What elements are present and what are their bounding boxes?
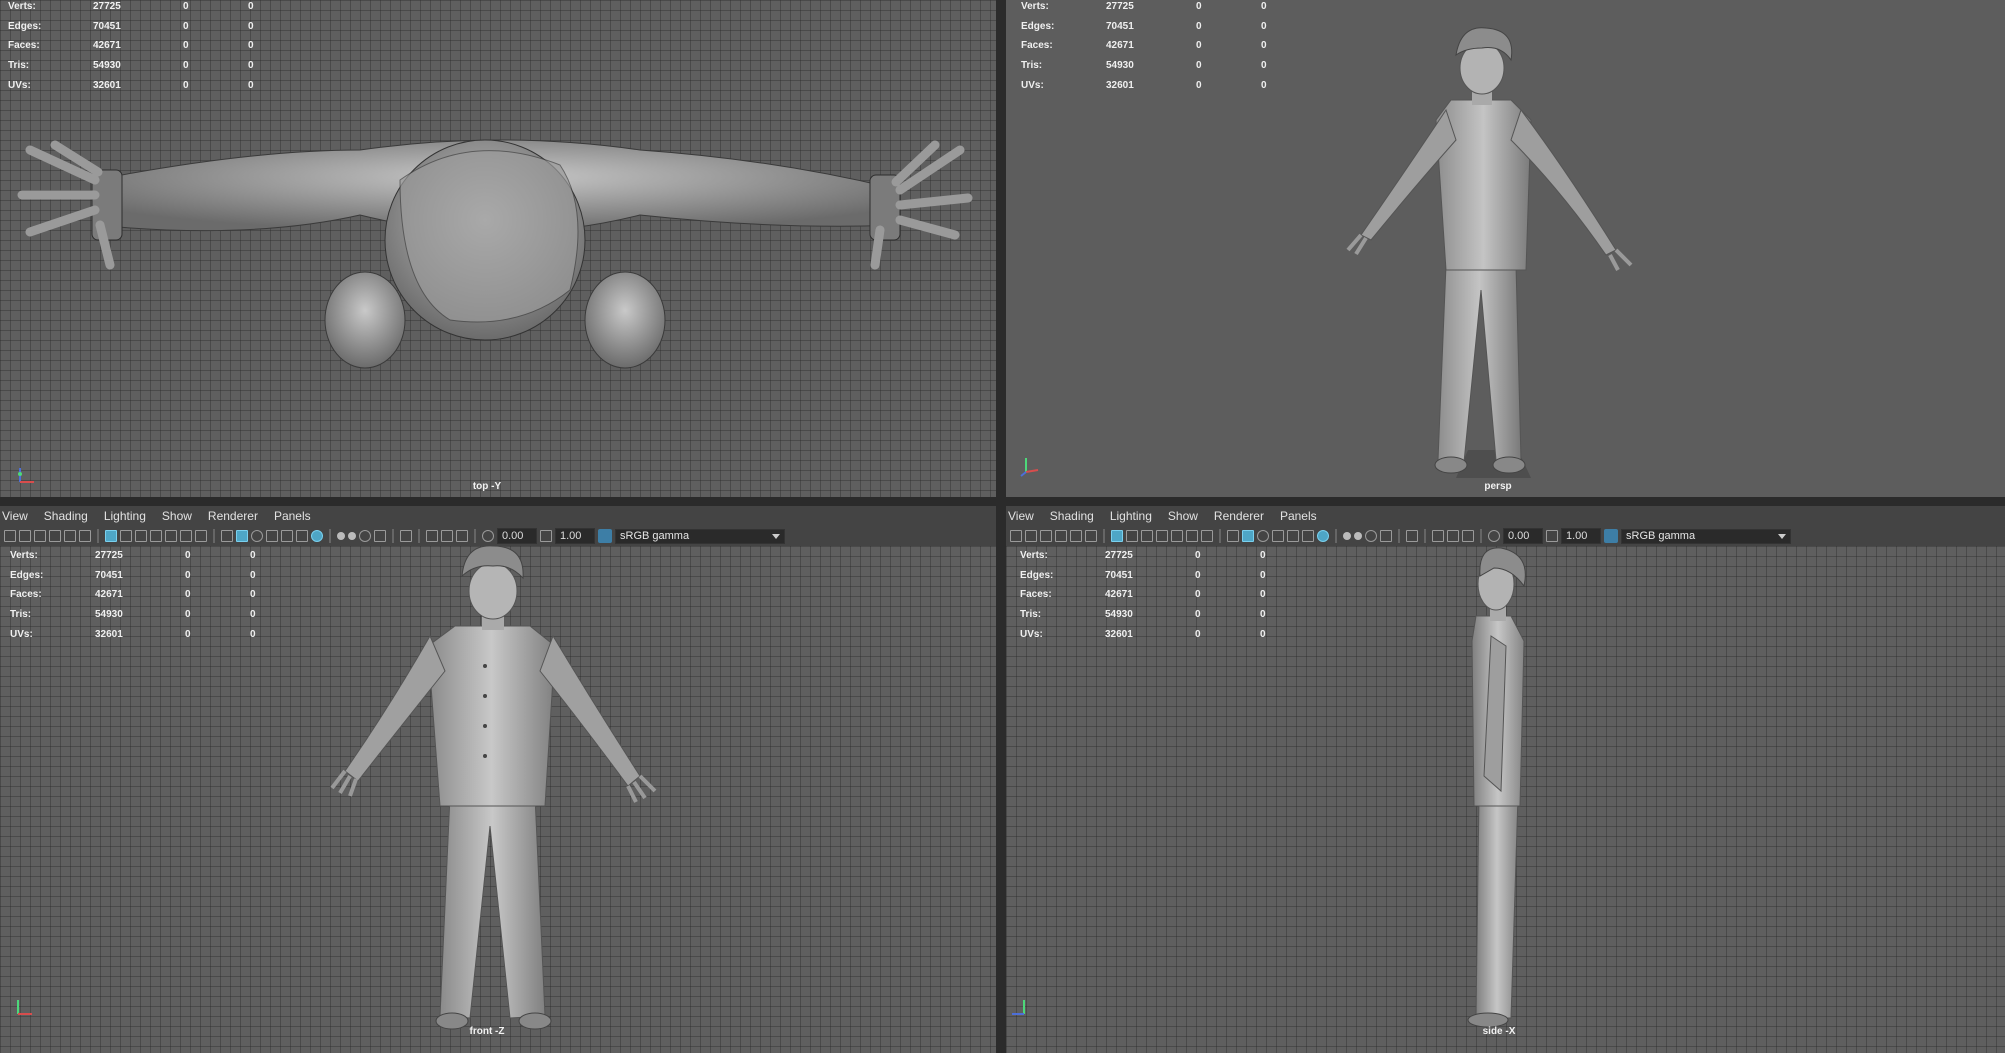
- character-model-front[interactable]: [0, 506, 996, 1053]
- axis-gizmo: [17, 1000, 32, 1015]
- vertical-divider[interactable]: [996, 0, 1006, 1053]
- camera-label: side -X: [1482, 1026, 1516, 1037]
- axis-gizmo: [1012, 1000, 1025, 1015]
- character-model-persp[interactable]: [1006, 0, 2005, 497]
- axis-gizmo: [18, 468, 34, 483]
- viewport-persp[interactable]: Verts: 27725 0 0 Edges: 70451 0 0 Faces: 42671 0…: [1006, 0, 2005, 497]
- axis-gizmo: [1020, 458, 1039, 477]
- camera-label: top -Y: [472, 481, 502, 492]
- character-model-top[interactable]: [0, 0, 996, 497]
- viewport-front[interactable]: View Shading Lighting Show Renderer Pane…: [0, 506, 996, 1053]
- horizontal-divider[interactable]: [0, 497, 2005, 506]
- camera-label: front -Z: [469, 1026, 505, 1037]
- viewport-top[interactable]: Verts: 27725 0 0 Edges: 70451 0 0 Faces: 42671 0…: [0, 0, 996, 497]
- viewport-side[interactable]: View Shading Lighting Show Renderer Pane…: [1006, 506, 2005, 1053]
- camera-label: persp: [1484, 481, 1512, 492]
- character-model-side[interactable]: [1006, 506, 2005, 1053]
